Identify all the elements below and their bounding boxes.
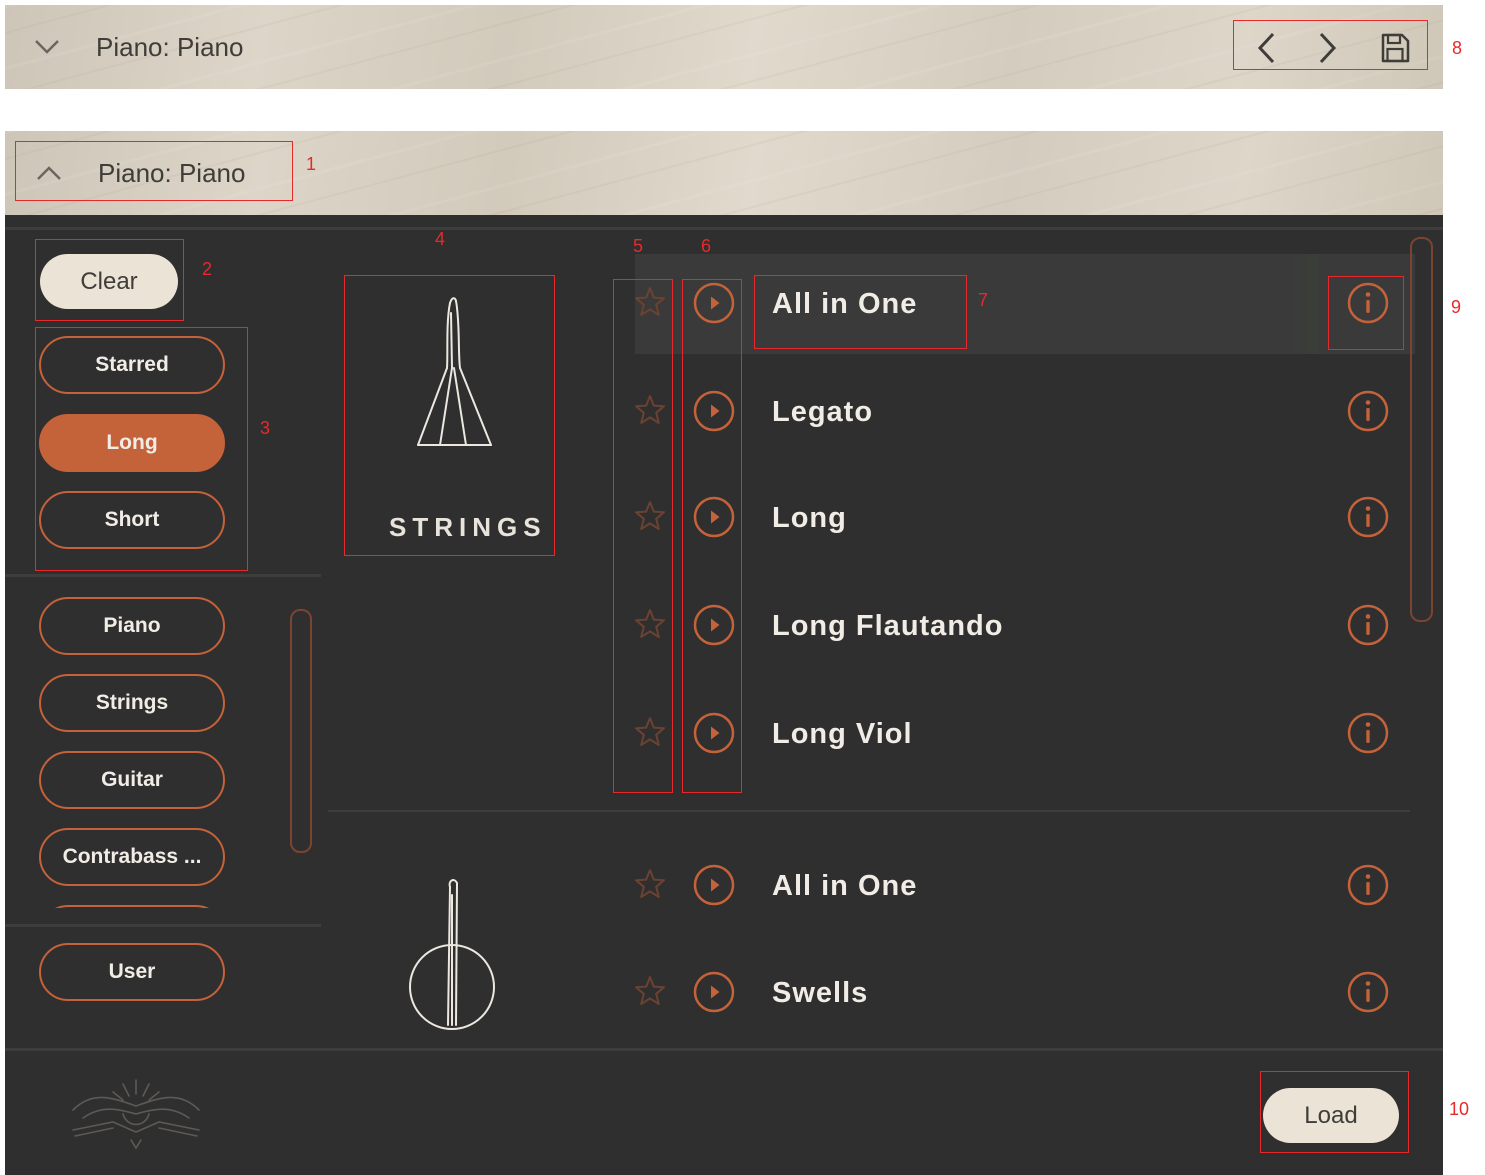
previous-preset-button[interactable] bbox=[1245, 26, 1289, 70]
save-preset-button[interactable] bbox=[1373, 26, 1417, 70]
info-icon[interactable] bbox=[1346, 281, 1390, 325]
instrument-contrabass[interactable]: Contrabass ... bbox=[39, 828, 225, 886]
category-label: STRINGS bbox=[389, 512, 547, 542]
instrument-guitar[interactable]: Guitar bbox=[39, 751, 225, 809]
star-icon[interactable] bbox=[632, 606, 668, 642]
preset-name[interactable]: Long bbox=[772, 468, 847, 568]
annotation-number-4: 4 bbox=[435, 229, 446, 249]
star-icon[interactable] bbox=[632, 284, 668, 320]
play-icon[interactable] bbox=[692, 495, 736, 539]
next-preset-button[interactable] bbox=[1305, 26, 1349, 70]
preset-row[interactable]: Long bbox=[635, 468, 1415, 568]
play-icon[interactable] bbox=[692, 389, 736, 433]
instrument-strings[interactable]: Strings bbox=[39, 674, 225, 732]
preset-row[interactable]: All in One bbox=[635, 254, 1415, 354]
info-icon[interactable] bbox=[1346, 711, 1390, 755]
star-icon[interactable] bbox=[632, 392, 668, 428]
preset-name[interactable]: Long Flautando bbox=[772, 576, 1003, 676]
annotation-number-5: 5 bbox=[633, 236, 644, 256]
guitar-icon bbox=[409, 879, 495, 1030]
divider bbox=[5, 227, 1443, 230]
expanded-header-bar: Piano: Piano bbox=[5, 131, 1443, 215]
preset-name[interactable]: All in One bbox=[772, 836, 917, 936]
preset-scrollbar[interactable] bbox=[1410, 237, 1433, 622]
annotation-number-2: 2 bbox=[202, 259, 213, 279]
filter-short[interactable]: Short bbox=[39, 491, 225, 549]
info-icon[interactable] bbox=[1346, 970, 1390, 1014]
collapsed-header-bar: Piano: Piano bbox=[5, 5, 1443, 89]
info-icon[interactable] bbox=[1346, 863, 1390, 907]
annotation-number-10: 10 bbox=[1449, 1099, 1470, 1119]
save-icon bbox=[1381, 33, 1410, 63]
chevron-up-icon[interactable] bbox=[27, 131, 71, 215]
info-icon[interactable] bbox=[1346, 603, 1390, 647]
preset-row[interactable]: Long Flautando bbox=[635, 576, 1415, 676]
info-icon[interactable] bbox=[1346, 495, 1390, 539]
preset-row[interactable]: Long Viol bbox=[635, 684, 1415, 784]
info-icon[interactable] bbox=[1346, 389, 1390, 433]
instrument-piano[interactable]: Piano bbox=[39, 597, 225, 655]
star-icon[interactable] bbox=[632, 498, 668, 534]
group-divider bbox=[328, 810, 1410, 812]
clear-button[interactable]: Clear bbox=[40, 254, 178, 309]
chevron-right-icon bbox=[1319, 32, 1337, 64]
instrument-next-partial[interactable] bbox=[39, 905, 225, 908]
play-icon[interactable] bbox=[692, 281, 736, 325]
violin-bow-icon bbox=[417, 297, 492, 446]
chevron-left-icon bbox=[1257, 32, 1275, 64]
preset-name[interactable]: Swells bbox=[772, 943, 868, 1043]
preset-name[interactable]: Long Viol bbox=[772, 684, 913, 784]
chevron-down-icon[interactable] bbox=[25, 5, 69, 89]
play-icon[interactable] bbox=[692, 863, 736, 907]
annotation-number-8: 8 bbox=[1452, 38, 1463, 58]
annotation-number-9: 9 bbox=[1451, 297, 1462, 317]
header-title-expanded: Piano: Piano bbox=[98, 158, 246, 188]
instrument-scrollbar[interactable] bbox=[290, 609, 312, 853]
sidebar-divider-2 bbox=[5, 924, 321, 927]
bird-emblem-logo bbox=[72, 1079, 200, 1150]
preset-row[interactable]: Swells bbox=[635, 943, 1415, 1043]
play-icon[interactable] bbox=[692, 603, 736, 647]
star-icon[interactable] bbox=[632, 866, 668, 902]
preset-name[interactable]: All in One bbox=[772, 254, 917, 354]
preset-row[interactable]: Legato bbox=[635, 362, 1415, 462]
preset-row[interactable]: All in One bbox=[635, 836, 1415, 936]
instrument-list[interactable]: Piano Strings Guitar Contrabass ... bbox=[5, 585, 321, 908]
play-icon[interactable] bbox=[692, 711, 736, 755]
sidebar-divider bbox=[5, 574, 321, 577]
star-icon[interactable] bbox=[632, 714, 668, 750]
preset-name[interactable]: Legato bbox=[772, 362, 873, 462]
play-icon[interactable] bbox=[692, 970, 736, 1014]
filter-starred[interactable]: Starred bbox=[39, 336, 225, 394]
user-button[interactable]: User bbox=[39, 943, 225, 1001]
star-icon[interactable] bbox=[632, 973, 668, 1009]
annotation-number-1: 1 bbox=[306, 154, 317, 174]
annotation-number-6: 6 bbox=[701, 236, 712, 256]
header-title: Piano: Piano bbox=[96, 32, 244, 62]
filter-long[interactable]: Long bbox=[39, 414, 225, 472]
annotation-number-3: 3 bbox=[260, 418, 271, 438]
load-button[interactable]: Load bbox=[1263, 1088, 1399, 1143]
preset-browser-screenshot: Piano: Piano Piano: Piano Clear Starred … bbox=[0, 0, 1485, 1175]
annotation-number-7: 7 bbox=[978, 290, 989, 310]
footer-divider bbox=[5, 1048, 1443, 1051]
browser-panel: Clear Starred Long Short Piano Strings G… bbox=[5, 215, 1443, 1175]
